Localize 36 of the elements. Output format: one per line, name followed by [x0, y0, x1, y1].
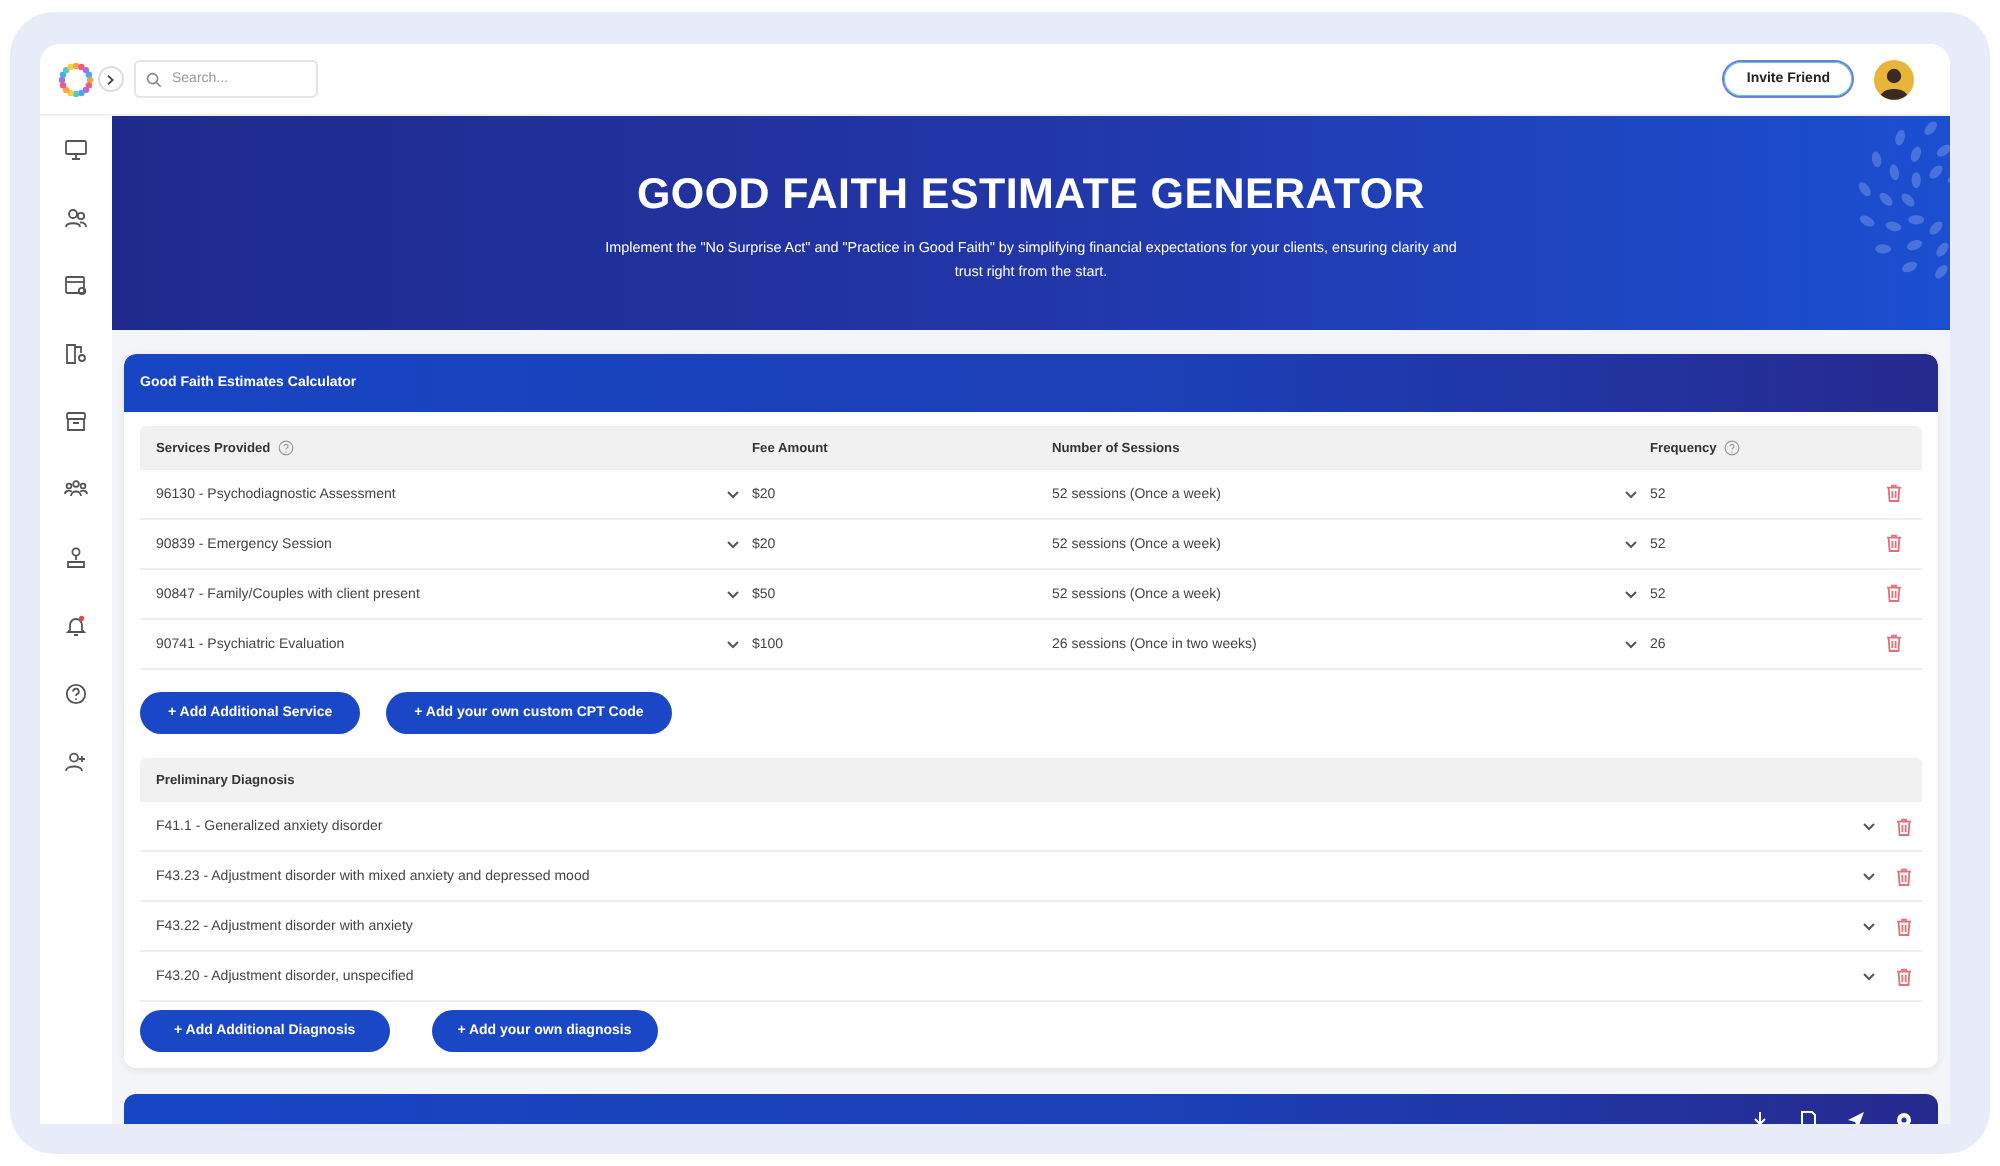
- chevron-down-icon[interactable]: [1862, 971, 1876, 981]
- avatar[interactable]: [1874, 59, 1914, 99]
- trash-icon[interactable]: [1896, 817, 1912, 835]
- archive-icon[interactable]: [64, 410, 88, 434]
- monitor-icon[interactable]: [64, 138, 88, 162]
- trash-icon[interactable]: [1896, 967, 1912, 985]
- share-icon[interactable]: [1846, 1110, 1866, 1124]
- chevron-down-icon[interactable]: [726, 539, 740, 549]
- chevron-down-icon[interactable]: [1624, 489, 1638, 499]
- trash-icon[interactable]: [1886, 583, 1902, 601]
- chevron-down-icon[interactable]: [726, 589, 740, 599]
- chevron-down-icon[interactable]: [726, 639, 740, 649]
- expand-toggle[interactable]: [98, 66, 124, 92]
- trash-icon[interactable]: [1896, 867, 1912, 885]
- chevron-down-icon[interactable]: [1862, 871, 1876, 881]
- trash-icon[interactable]: [1886, 533, 1902, 551]
- trash-icon[interactable]: [1886, 483, 1902, 501]
- settings-icon[interactable]: [1894, 1110, 1914, 1124]
- bell-icon[interactable]: [64, 614, 88, 638]
- save-icon[interactable]: [1798, 1110, 1818, 1124]
- trash-icon[interactable]: [1896, 917, 1912, 935]
- chevron-down-icon[interactable]: [1624, 589, 1638, 599]
- add-user-icon[interactable]: [64, 750, 88, 774]
- chevron-down-icon[interactable]: [1624, 639, 1638, 649]
- team-icon[interactable]: [64, 478, 88, 502]
- page-title: GOOD FAITH ESTIMATE GENERATOR: [636, 170, 1425, 220]
- help-icon[interactable]: [64, 682, 88, 706]
- users-icon[interactable]: [64, 206, 88, 230]
- chevron-right-icon: [106, 73, 116, 85]
- chevron-down-icon[interactable]: [1862, 921, 1876, 931]
- trash-icon[interactable]: [1886, 633, 1902, 651]
- search-icon: [146, 71, 162, 87]
- chevron-down-icon[interactable]: [1862, 821, 1876, 831]
- chevron-down-icon[interactable]: [1624, 539, 1638, 549]
- download-icon[interactable]: [1750, 1110, 1770, 1124]
- chevron-down-icon[interactable]: [726, 489, 740, 499]
